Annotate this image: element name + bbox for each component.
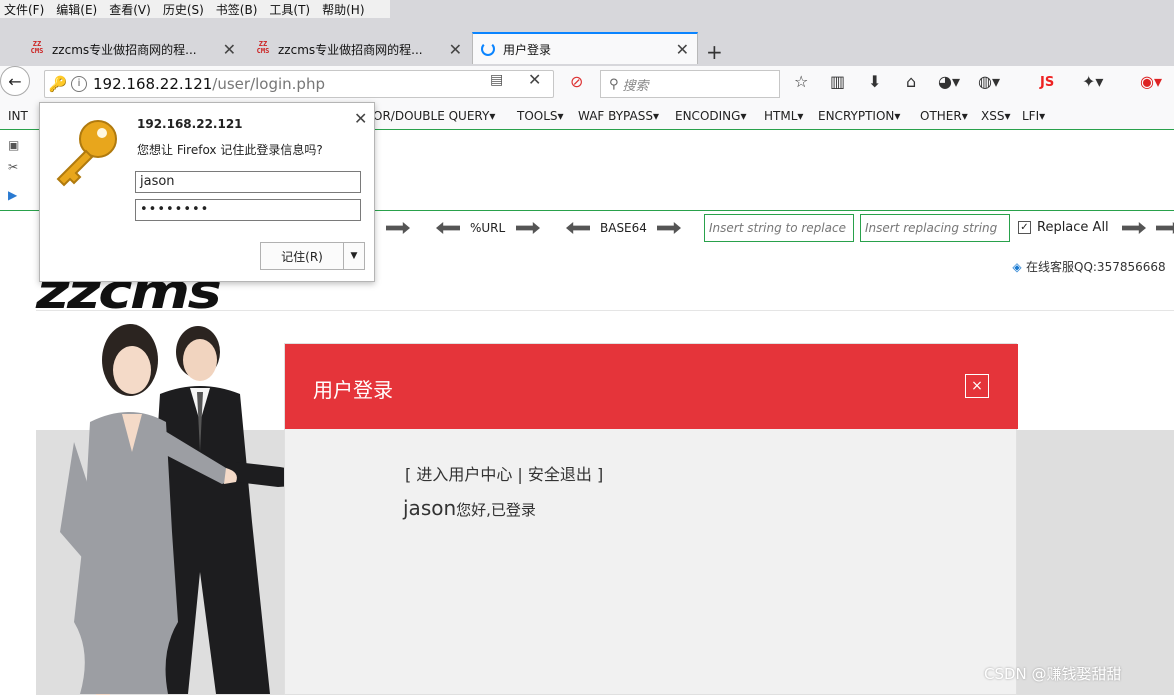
hackbar-menu-tools[interactable]: TOOLS▾: [517, 109, 564, 123]
close-icon[interactable]: ✕: [449, 40, 462, 59]
url-bar[interactable]: 🔑 i 192.168.22.121/user/login.php: [44, 70, 554, 98]
replace-all-checkbox[interactable]: ✓ Replace All: [1018, 220, 1109, 235]
save-login-popup: 192.168.22.121 您想让 Firefox 记住此登录信息吗? ✕ j…: [39, 102, 375, 282]
menu-bar: 文件(F) 编辑(E) 查看(V) 历史(S) 书签(B) 工具(T) 帮助(H…: [0, 0, 390, 18]
login-panel: 用户登录 × [ 进入用户中心 | 安全退出 ] jason您好,已登录: [284, 343, 1018, 695]
back-button[interactable]: ←: [0, 66, 30, 96]
hackbar-menu-encryption[interactable]: ENCRYPTION▾: [818, 109, 900, 123]
tab-title: zzcms专业做招商网的程...: [52, 42, 197, 57]
execute-icon[interactable]: ▶: [8, 188, 17, 202]
url-path: /user/login.php: [212, 75, 325, 93]
menu-help[interactable]: 帮助(H): [322, 1, 364, 18]
info-icon[interactable]: i: [71, 76, 87, 92]
search-placeholder: 搜索: [622, 78, 649, 94]
hackbar-menu-encoding[interactable]: ENCODING▾: [675, 109, 746, 123]
username-field[interactable]: jason: [135, 171, 361, 193]
close-button[interactable]: ×: [965, 374, 989, 398]
base64-label: BASE64: [600, 221, 647, 235]
globe-icon[interactable]: ◕▾: [938, 72, 960, 91]
close-icon[interactable]: ✕: [676, 40, 689, 59]
js-button[interactable]: JS: [1040, 75, 1054, 90]
replace-all-label: Replace All: [1037, 220, 1109, 235]
download-icon[interactable]: ⬇: [868, 72, 881, 91]
menu-file[interactable]: 文件(F): [4, 1, 44, 18]
home-icon[interactable]: ⌂: [906, 72, 916, 91]
reader-view-icon[interactable]: ▤: [490, 72, 503, 88]
popup-host: 192.168.22.121: [137, 117, 243, 131]
tab-title: 用户登录: [503, 42, 552, 57]
welcome-text: 您好,已登录: [456, 501, 536, 519]
search-icon: ⚲: [609, 76, 619, 92]
block-icon[interactable]: ⊘: [570, 72, 583, 91]
login-header: 用户登录 ×: [285, 344, 1018, 429]
user-center-link[interactable]: 进入用户中心: [416, 465, 512, 484]
split-url-icon[interactable]: ✂: [8, 160, 18, 174]
chevron-down-icon: ▼: [350, 251, 358, 261]
login-title: 用户登录: [313, 378, 393, 402]
page-content: zzcms ◈ 在线客服QQ:357856668 用户登录 × [ 进入用户中心 …: [0, 242, 1174, 695]
menu-edit[interactable]: 编辑(E): [56, 1, 97, 18]
zzcms-icon: ZZ CMS: [30, 40, 44, 55]
library-icon[interactable]: ▥: [830, 72, 845, 91]
user-links: [ 进入用户中心 | 安全退出 ]: [405, 465, 604, 484]
tab-user-login[interactable]: 用户登录 ✕: [472, 32, 698, 64]
watermark: CSDN @赚钱娶甜甜: [984, 665, 1122, 683]
menu-bookmarks[interactable]: 书签(B): [216, 1, 258, 18]
hackbar-int[interactable]: INT: [8, 109, 28, 123]
welcome-username: jason: [403, 496, 457, 520]
stop-icon[interactable]: ✕: [528, 70, 541, 89]
key-icon[interactable]: 🔑: [45, 75, 71, 93]
search-input[interactable]: ⚲ 搜索: [600, 70, 780, 98]
loading-icon: [481, 42, 495, 56]
remember-button[interactable]: 记住(R): [260, 242, 344, 270]
hackbar-menu-other[interactable]: OTHER▾: [920, 109, 968, 123]
tab-zzcms-1[interactable]: ZZ CMS zzcms专业做招商网的程... ✕: [20, 34, 244, 64]
replacing-string-input[interactable]: Insert replacing string: [860, 214, 1010, 242]
dropdown-button[interactable]: ▼: [343, 242, 365, 270]
hackbar-menu-waf[interactable]: WAF BYPASS▾: [578, 109, 659, 123]
close-icon[interactable]: ✕: [223, 40, 236, 59]
palette-icon[interactable]: ◍▾: [978, 72, 1000, 91]
url-encode-label: %URL: [470, 221, 506, 235]
online-support[interactable]: ◈ 在线客服QQ:357856668: [1008, 258, 1166, 275]
welcome-message: jason您好,已登录: [403, 496, 536, 520]
replace-string-input[interactable]: Insert string to replace: [704, 214, 854, 242]
hackbar-menu-lfi[interactable]: LFI▾: [1022, 109, 1045, 123]
logout-link[interactable]: 安全退出: [528, 465, 592, 484]
url-host: 192.168.22.121: [93, 75, 213, 93]
hackbar-menu-query[interactable]: OR/DOUBLE QUERY▾: [373, 109, 495, 123]
checkbox-checked-icon: ✓: [1018, 221, 1031, 234]
support-text: 在线客服QQ:357856668: [1026, 260, 1166, 274]
addon-icon[interactable]: ◉▾: [1140, 72, 1162, 91]
bookmark-star-icon[interactable]: ☆: [794, 72, 808, 91]
tab-title: zzcms专业做招商网的程...: [278, 42, 423, 57]
menu-tools[interactable]: 工具(T): [269, 1, 310, 18]
hackbar-menu-html[interactable]: HTML▾: [764, 109, 803, 123]
key-icon: [56, 120, 117, 187]
load-url-icon[interactable]: ▣: [8, 138, 19, 152]
qq-icon: ◈: [1012, 260, 1022, 274]
bug-icon[interactable]: ✦▾: [1082, 72, 1103, 91]
menu-view[interactable]: 查看(V): [109, 1, 151, 18]
hackbar-menu-xss[interactable]: XSS▾: [981, 109, 1010, 123]
new-tab-icon[interactable]: +: [706, 40, 723, 64]
menu-history[interactable]: 历史(S): [163, 1, 204, 18]
close-icon[interactable]: ✕: [354, 109, 367, 128]
password-field[interactable]: ••••••••: [135, 199, 361, 221]
zzcms-icon: ZZ CMS: [256, 40, 270, 55]
tab-strip: ZZ CMS zzcms专业做招商网的程... ✕ ZZ CMS zzcms专业…: [0, 18, 1174, 66]
tab-zzcms-2[interactable]: ZZ CMS zzcms专业做招商网的程... ✕: [246, 34, 470, 64]
popup-question: 您想让 Firefox 记住此登录信息吗?: [137, 143, 323, 157]
arrow-left-icon: ←: [8, 71, 22, 91]
